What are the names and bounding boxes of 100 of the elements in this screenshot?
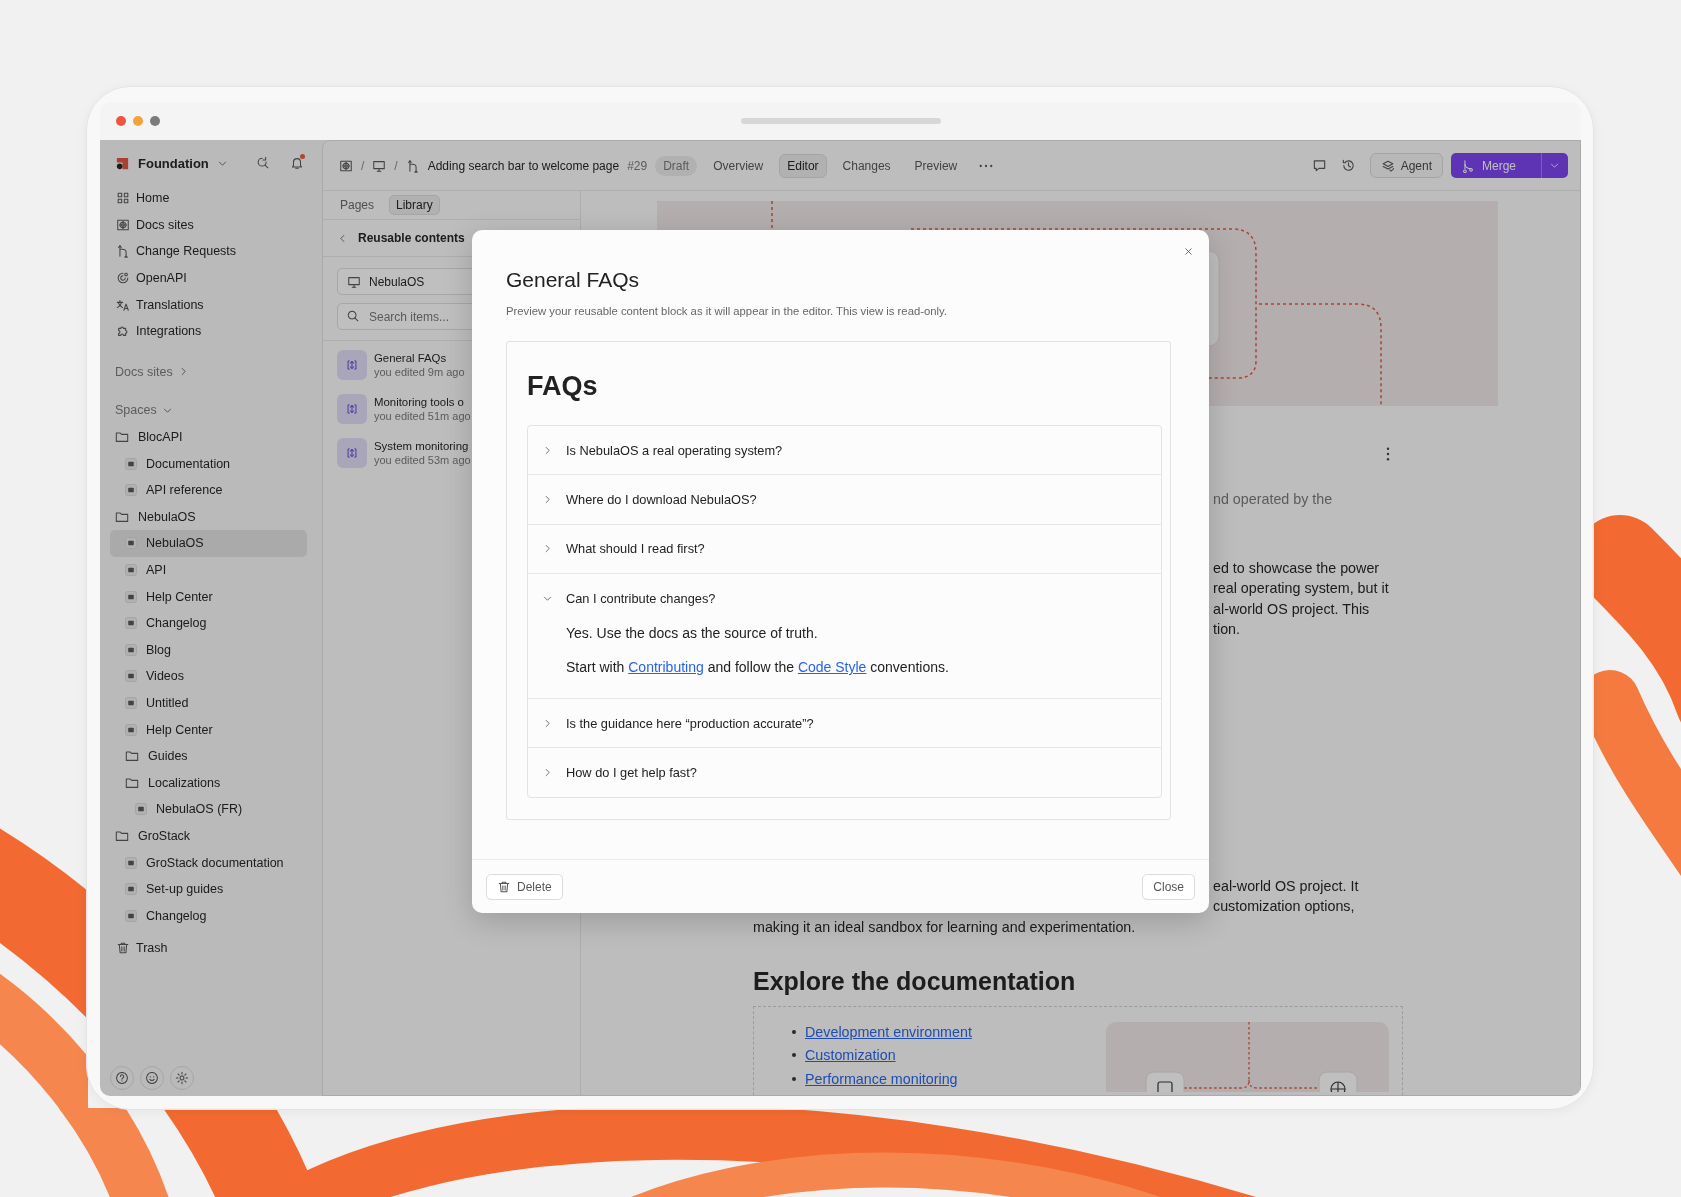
doc-link[interactable]: Customization — [805, 1045, 896, 1066]
nav-item[interactable]: Docs sites — [108, 211, 314, 239]
paragraph-text: eal-world OS project. It — [1213, 876, 1360, 896]
tree-item[interactable]: API — [110, 556, 307, 584]
tree-item[interactable]: GroStack — [110, 822, 307, 850]
help-button[interactable] — [110, 1066, 134, 1090]
tree-item[interactable]: Changelog — [110, 902, 307, 930]
tab[interactable]: Changes — [834, 153, 899, 178]
accordion-item[interactable]: How do I get help fast? — [528, 748, 1161, 797]
tree-item[interactable]: NebulaOS — [110, 530, 307, 557]
tree-item[interactable]: Videos — [110, 663, 307, 690]
bullet-icon — [792, 1076, 796, 1081]
page-icon — [125, 670, 137, 683]
accordion-item[interactable]: Is NebulaOS a real operating system? — [528, 426, 1161, 475]
branch-icon — [405, 158, 420, 173]
tab[interactable]: Editor — [779, 153, 827, 178]
tree-item[interactable]: Blog — [110, 636, 307, 664]
history-icon — [1340, 158, 1356, 173]
tree-item[interactable]: Help Center — [110, 716, 307, 743]
smiley-icon — [145, 1071, 159, 1085]
chevron-down-icon — [1549, 160, 1560, 171]
paragraph-text: real operating system, but it — [1213, 579, 1390, 598]
branch-icon — [116, 244, 130, 259]
status-badge: Draft — [655, 155, 698, 176]
section-heading[interactable]: Spaces — [115, 403, 157, 418]
settings-button[interactable] — [170, 1066, 194, 1090]
answer-text: Yes. Use the docs as the source of truth. — [566, 624, 819, 644]
section-link[interactable]: Docs sites — [115, 364, 173, 379]
doc-link[interactable]: Performance monitoring — [805, 1068, 958, 1089]
section-heading: Explore the documentation — [753, 966, 1077, 997]
text-link[interactable]: Code Style — [797, 659, 867, 676]
doc-link[interactable]: Development environment — [805, 1021, 972, 1042]
monitor-icon — [372, 158, 387, 173]
monitor-icon — [347, 274, 361, 289]
chevron-right-icon — [542, 444, 553, 456]
delete-button[interactable]: Delete — [486, 873, 563, 900]
window-zoom-button[interactable] — [150, 116, 160, 126]
page-icon — [125, 883, 137, 896]
bullet-icon — [792, 1029, 796, 1034]
puzzle-icon — [116, 324, 130, 339]
block-icon — [345, 446, 359, 460]
change-request-number: #29 — [627, 158, 648, 173]
tree-item[interactable]: Documentation — [110, 450, 307, 477]
page-icon — [125, 643, 137, 656]
breadcrumb-separator: / — [361, 158, 365, 173]
tab[interactable]: Pages — [333, 195, 382, 215]
trash-item[interactable]: Trash — [108, 935, 314, 962]
accordion-item[interactable]: Can I contribute changes? — [528, 573, 1161, 623]
agent-button[interactable]: Agent — [1369, 153, 1443, 178]
bullet-icon — [792, 1053, 796, 1058]
page-icon — [125, 856, 137, 869]
subtitle-text: nd operated by the — [1213, 490, 1334, 509]
tree-item[interactable]: Set-up guides — [110, 875, 307, 903]
paragraph-text: making it an ideal sandbox for learning and experimentation. — [753, 917, 1137, 937]
text-link[interactable]: Contributing — [628, 659, 704, 676]
feedback-button[interactable] — [140, 1066, 164, 1090]
breadcrumb-separator: / — [394, 158, 398, 173]
back-icon — [337, 232, 348, 244]
change-request-title: Adding search bar to welcome page — [427, 158, 620, 173]
tree-item[interactable]: Guides — [110, 742, 307, 770]
tree-item[interactable]: API reference — [110, 476, 307, 504]
tab[interactable]: Preview — [906, 153, 966, 178]
answer-text: Start with Contributing and follow the Code Style conventions. — [566, 658, 950, 678]
folder-icon — [125, 749, 139, 764]
workspace-switcher[interactable]: Foundation — [138, 155, 209, 171]
close-button[interactable]: Close — [1142, 873, 1195, 900]
nav-item[interactable]: Change Requests — [108, 238, 314, 265]
more-icon[interactable] — [979, 163, 994, 168]
comment-icon — [1311, 158, 1327, 173]
tree-item[interactable]: GroStack documentation — [110, 849, 307, 876]
chevron-right-icon — [542, 543, 553, 555]
tab[interactable]: Library — [389, 195, 440, 215]
accordion-item[interactable]: Is the guidance here “production accurate”? — [528, 699, 1161, 748]
tree-item[interactable]: Help Center — [110, 583, 307, 610]
page-icon — [125, 537, 137, 550]
nav-item[interactable]: Home — [108, 185, 314, 212]
tree-item[interactable]: NebulaOS — [110, 503, 307, 531]
tree-item[interactable]: BlocAPI — [110, 423, 307, 451]
panel-title: Reusable contents — [358, 231, 465, 245]
trash-icon — [497, 879, 511, 894]
paragraph-text: ed to showcase the power — [1213, 558, 1381, 578]
item-title: System monitoring — [374, 440, 470, 452]
tree-item[interactable]: Changelog — [110, 609, 307, 637]
bell-icon — [290, 156, 304, 170]
window-close-button[interactable] — [116, 116, 126, 126]
paragraph-text: customization options, — [1213, 897, 1356, 916]
merge-button[interactable]: Merge — [1451, 153, 1568, 178]
page-icon — [125, 617, 137, 630]
tree-item[interactable]: Localizations — [110, 769, 307, 797]
tab[interactable]: Overview — [705, 153, 772, 178]
nav-item[interactable]: Translations — [108, 291, 314, 318]
more-options-icon[interactable] — [1386, 447, 1390, 461]
tree-item[interactable]: NebulaOS (FR) — [110, 796, 307, 823]
nav-item[interactable]: OpenAPI — [108, 264, 314, 292]
accordion-item[interactable]: What should I read first? — [528, 524, 1161, 573]
search-icon — [346, 309, 360, 323]
item-meta: you edited 53m ago — [374, 454, 471, 466]
accordion-item[interactable]: Where do I download NebulaOS? — [528, 475, 1161, 524]
tree-item[interactable]: Untitled — [110, 689, 307, 717]
nav-item[interactable]: Integrations — [108, 317, 314, 345]
